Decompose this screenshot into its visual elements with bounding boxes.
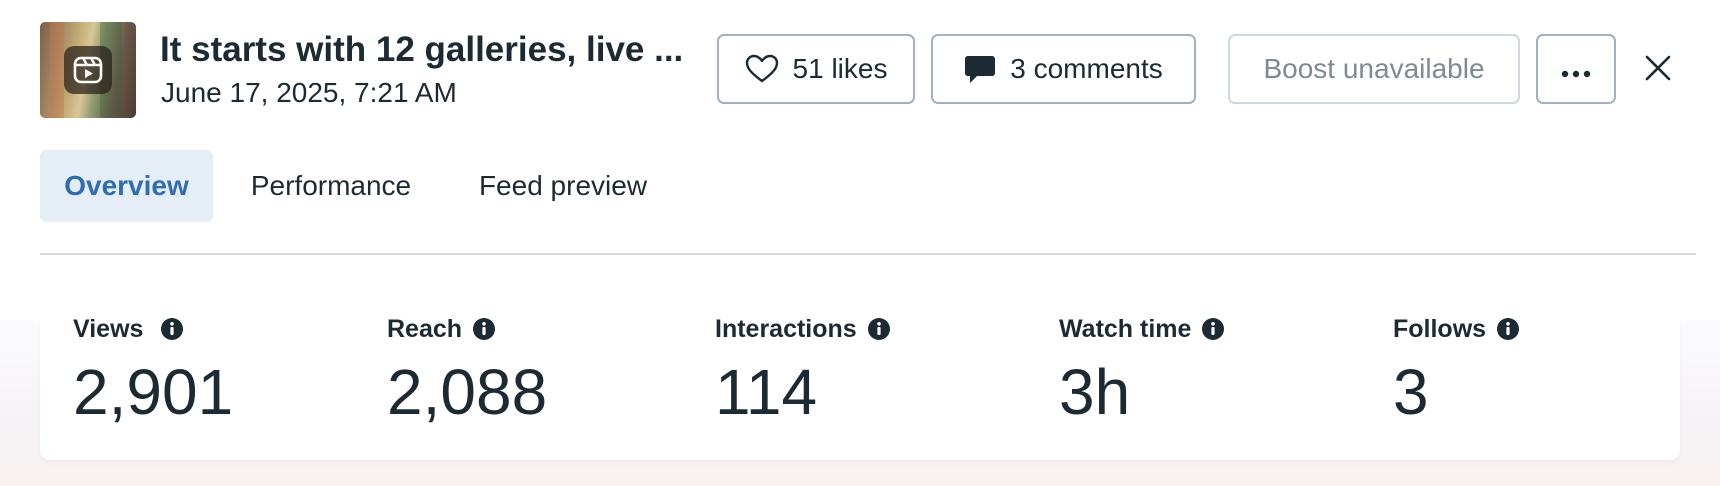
- post-title: It starts with 12 galleries, live ...: [160, 30, 684, 69]
- stat-views: Views 2,901: [73, 312, 233, 428]
- stat-watch-time: Watch time 3h: [1059, 312, 1225, 428]
- boost-label: Boost unavailable: [1263, 53, 1485, 84]
- tab-overview[interactable]: Overview: [40, 150, 213, 222]
- more-horizontal-icon: [1561, 53, 1591, 85]
- info-icon[interactable]: [1496, 317, 1520, 341]
- stat-value: 3: [1393, 356, 1429, 428]
- stat-reach: Reach 2,088: [387, 312, 547, 428]
- stat-label: Views: [73, 315, 144, 343]
- likes-button[interactable]: 51 likes: [717, 34, 915, 104]
- comment-bubble-icon: [964, 53, 996, 85]
- stat-value: 3h: [1059, 356, 1131, 428]
- stat-value: 2,901: [73, 356, 234, 428]
- stat-label: Reach: [387, 315, 463, 343]
- stat-label: Follows: [1393, 315, 1487, 343]
- comments-label: 3 comments: [1010, 53, 1163, 84]
- post-header: It starts with 12 galleries, live ... Ju…: [0, 0, 1720, 140]
- stat-value: 2,088: [387, 356, 548, 428]
- likes-label: 51 likes: [792, 53, 888, 84]
- info-icon[interactable]: [472, 317, 496, 341]
- stat-interactions: Interactions 114: [715, 312, 891, 428]
- stat-label: Watch time: [1059, 315, 1192, 343]
- header-divider: [40, 253, 1696, 255]
- stat-label: Interactions: [715, 315, 857, 343]
- info-icon[interactable]: [867, 317, 891, 341]
- boost-button[interactable]: Boost unavailable: [1228, 34, 1520, 104]
- reels-icon: [64, 46, 112, 94]
- more-options-button[interactable]: [1536, 34, 1616, 104]
- stat-follows: Follows 3: [1393, 312, 1520, 428]
- tab-feed-preview[interactable]: Feed preview: [468, 150, 658, 222]
- post-thumbnail[interactable]: [40, 22, 136, 118]
- tab-performance[interactable]: Performance: [236, 150, 426, 222]
- thumbnail-detail: [50, 22, 64, 118]
- post-date: June 17, 2025, 7:21 AM: [161, 77, 457, 108]
- heart-icon: [745, 54, 779, 84]
- info-icon[interactable]: [1201, 317, 1225, 341]
- stat-value: 114: [715, 356, 818, 428]
- comments-button[interactable]: 3 comments: [931, 34, 1196, 104]
- info-icon[interactable]: [160, 317, 184, 341]
- close-icon[interactable]: [1640, 50, 1676, 86]
